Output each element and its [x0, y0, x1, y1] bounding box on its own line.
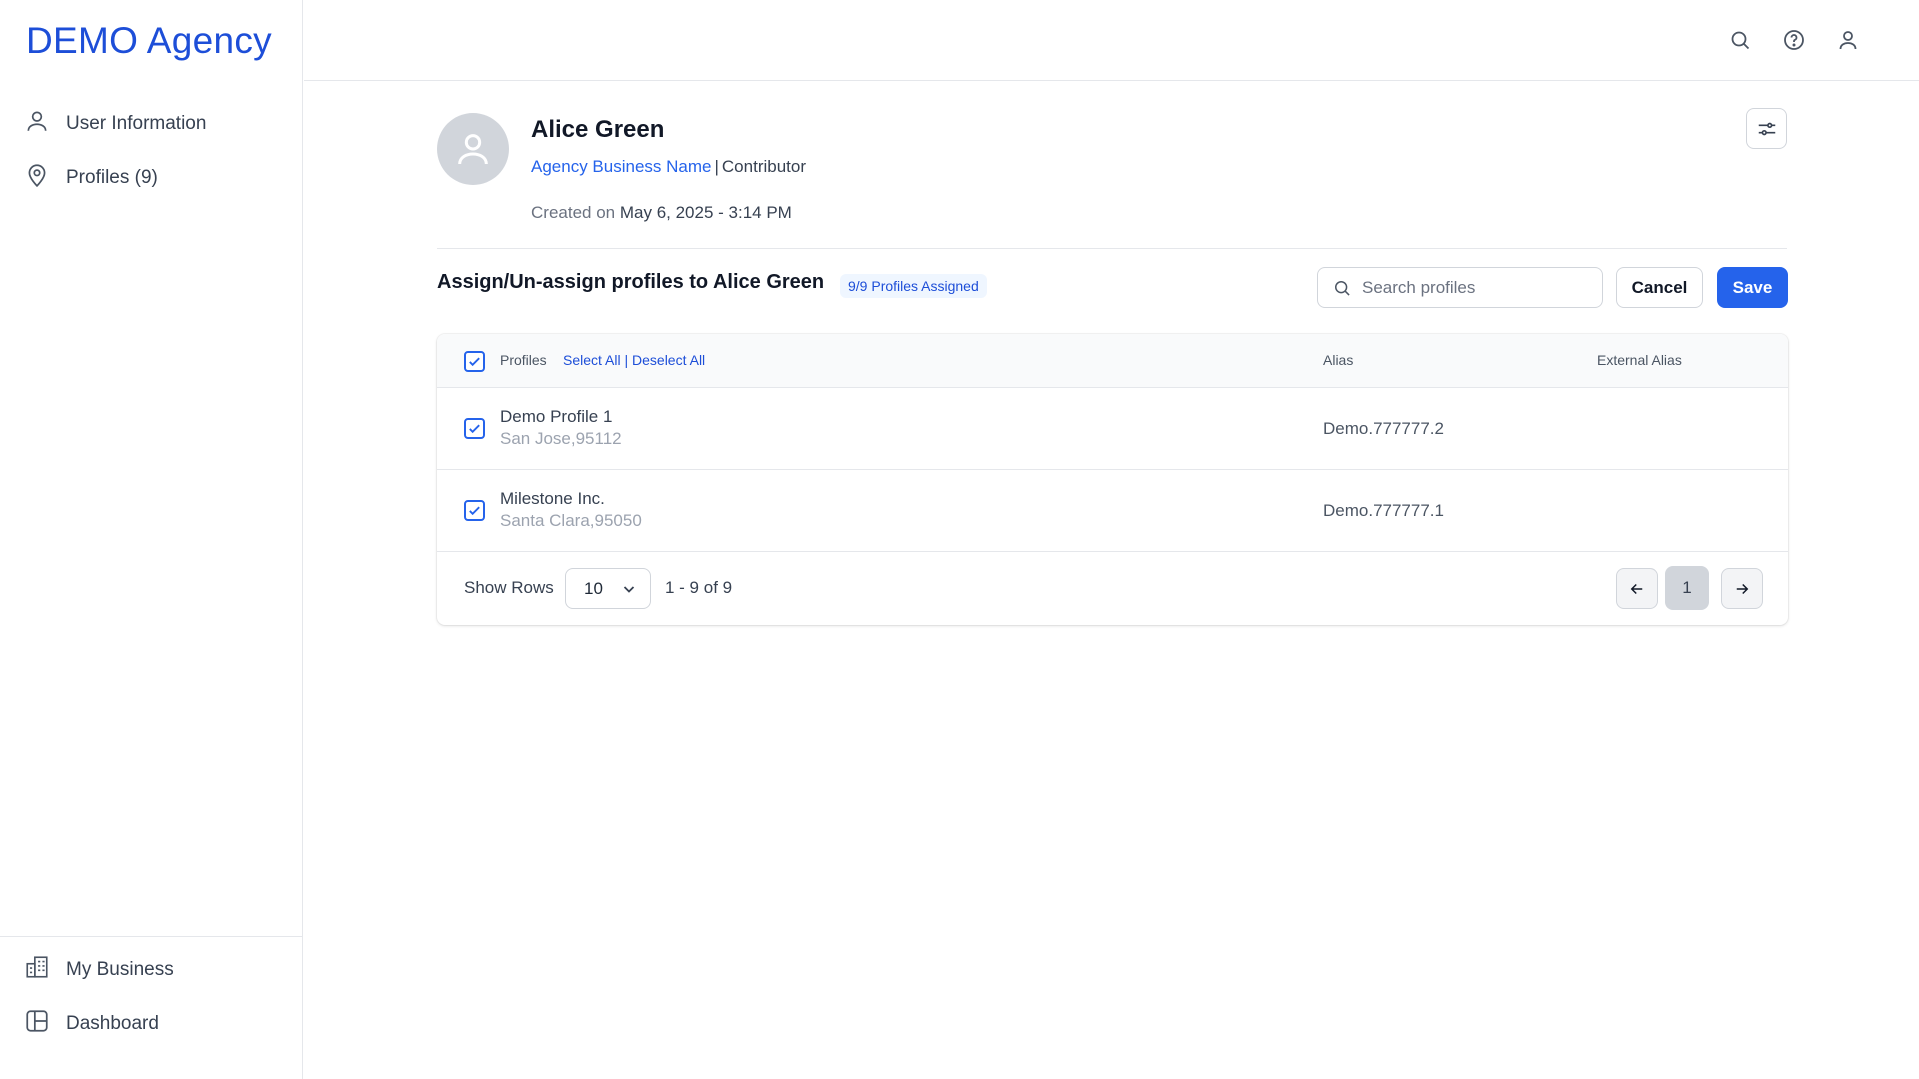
- profile-alias: Demo.777777.1: [1323, 501, 1444, 520]
- prev-page-button[interactable]: [1616, 568, 1658, 609]
- next-page-button[interactable]: [1721, 568, 1763, 609]
- header-profiles: Profiles: [500, 352, 547, 368]
- row-checkbox[interactable]: [464, 418, 485, 439]
- row-checkbox[interactable]: [464, 500, 485, 521]
- topbar: [304, 0, 1919, 81]
- location-pin-icon: [24, 162, 50, 194]
- sidebar-item-label: Dashboard: [66, 1013, 159, 1034]
- deselect-all-link[interactable]: Deselect All: [632, 352, 705, 368]
- header-divider: [437, 248, 1787, 249]
- sidebar-item-my-business[interactable]: My Business: [24, 954, 174, 986]
- building-icon: [24, 954, 50, 986]
- arrow-left-icon: [1630, 583, 1643, 594]
- avatar: [437, 113, 509, 185]
- table-row: Milestone Inc. Santa Clara,95050 Demo.77…: [437, 470, 1788, 552]
- sidebar-item-user-information[interactable]: User Information: [24, 108, 206, 140]
- search-icon[interactable]: [1728, 28, 1752, 52]
- profiles-table: Profiles Select All | Deselect All Alias…: [437, 334, 1788, 625]
- cancel-button[interactable]: Cancel: [1616, 267, 1703, 308]
- table-header: Profiles Select All | Deselect All Alias…: [437, 334, 1788, 388]
- search-icon: [1335, 280, 1350, 296]
- link-separator: |: [624, 352, 629, 368]
- page-number-button[interactable]: 1: [1665, 566, 1709, 610]
- sidebar-item-profiles[interactable]: Profiles (9): [24, 162, 158, 194]
- select-links: Select All | Deselect All: [563, 352, 705, 368]
- sliders-icon: [1758, 122, 1775, 135]
- arrow-right-icon: [1736, 583, 1749, 594]
- save-button[interactable]: Save: [1717, 267, 1788, 308]
- assigned-badge: 9/9 Profiles Assigned: [840, 274, 987, 298]
- created-info: Created on May 6, 2025 - 3:14 PM: [531, 203, 792, 223]
- meta-separator: |: [714, 157, 719, 176]
- user-meta: Agency Business Name | Contributor: [531, 157, 806, 177]
- account-icon[interactable]: [1836, 28, 1860, 52]
- user-icon: [24, 108, 50, 140]
- profile-location: San Jose,95112: [500, 429, 622, 448]
- show-rows-label: Show Rows: [464, 578, 554, 597]
- check-icon: [469, 357, 480, 367]
- section-title: Assign/Un-assign profiles to Alice Green: [437, 271, 825, 293]
- dashboard-icon: [24, 1008, 50, 1040]
- select-all-link[interactable]: Select All: [563, 352, 621, 368]
- table-row: Demo Profile 1 San Jose,95112 Demo.77777…: [437, 388, 1788, 470]
- profile-name: Demo Profile 1: [500, 407, 613, 426]
- header-alias: Alias: [1323, 352, 1354, 368]
- pagination-bar: Show Rows 10 1 - 9 of 9 1: [437, 552, 1788, 625]
- created-label: Created on: [531, 203, 616, 222]
- sidebar-item-dashboard[interactable]: Dashboard: [24, 1008, 159, 1040]
- chevron-down-icon: [623, 585, 635, 593]
- app-root: DEMO Agency User Information Profiles (9…: [0, 0, 1919, 1079]
- profile-location: Santa Clara,95050: [500, 511, 642, 530]
- search-input[interactable]: [1362, 277, 1592, 298]
- sidebar-item-label: Profiles (9): [66, 167, 158, 188]
- pagination-range: 1 - 9 of 9: [665, 578, 733, 597]
- check-icon: [469, 506, 480, 516]
- header-external-alias: External Alias: [1597, 352, 1682, 368]
- business-link[interactable]: Agency Business Name: [531, 157, 711, 176]
- rows-per-page-value: 10: [584, 578, 603, 598]
- brand-logo[interactable]: DEMO Agency: [26, 20, 272, 62]
- help-icon[interactable]: [1782, 28, 1806, 52]
- user-role: Contributor: [721, 157, 807, 176]
- select-all-checkbox[interactable]: [464, 351, 485, 372]
- profile-alias: Demo.777777.2: [1323, 419, 1444, 438]
- sidebar-item-label: User Information: [66, 113, 207, 134]
- user-avatar-icon: [458, 134, 488, 165]
- search-field[interactable]: [1317, 267, 1603, 308]
- sidebar-divider: [0, 936, 303, 937]
- rows-per-page-select[interactable]: 10: [565, 568, 651, 609]
- created-date: May 6, 2025 - 3:14 PM: [619, 203, 792, 222]
- settings-button[interactable]: [1746, 108, 1787, 149]
- user-name: Alice Green: [531, 116, 665, 143]
- sidebar: DEMO Agency User Information Profiles (9…: [0, 0, 303, 1079]
- profile-name: Milestone Inc.: [500, 489, 605, 508]
- check-icon: [469, 424, 480, 434]
- sidebar-item-label: My Business: [66, 959, 174, 980]
